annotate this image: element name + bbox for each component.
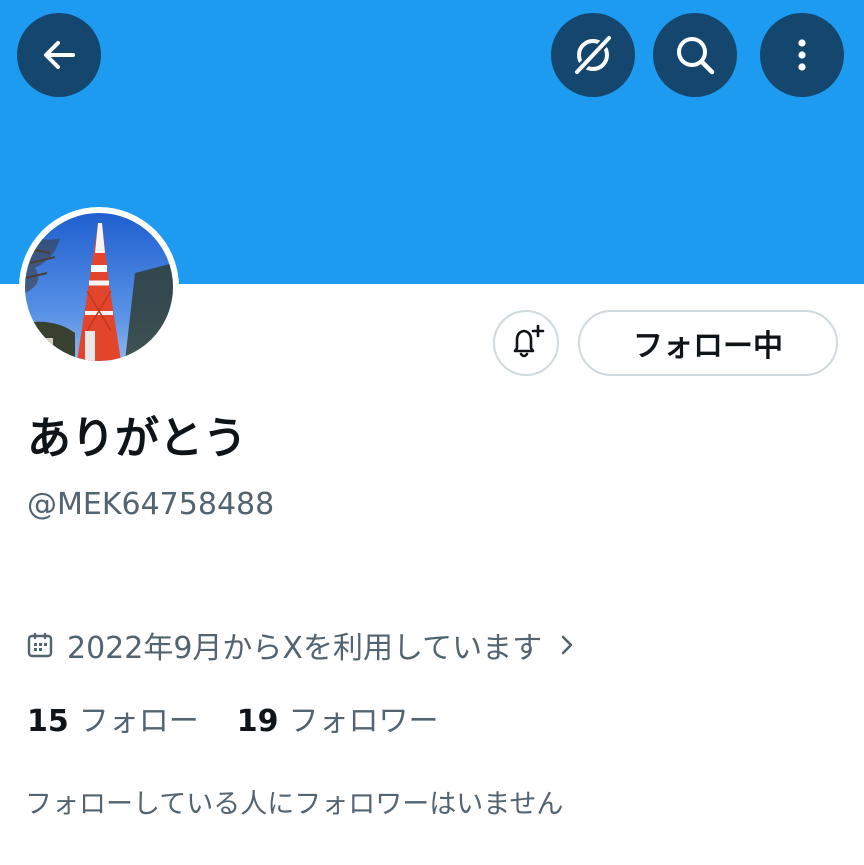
search-icon [677,37,715,75]
followers-label: フォロワー [288,704,439,739]
grok-slash-icon [572,33,614,77]
avatar[interactable] [19,207,179,367]
follow-stats: 15 フォロー 19 フォロワー [27,696,439,740]
display-name: ありがとう [27,413,247,464]
chevron-right-icon [561,635,573,655]
user-handle: @MEK64758488 [27,487,275,522]
notify-button[interactable] [493,310,559,376]
following-link[interactable]: 15 フォロー [27,696,199,740]
following-button-label: フォロー中 [633,329,783,364]
grok-button[interactable] [551,13,635,97]
search-button[interactable] [653,13,737,97]
calendar-icon [27,632,53,658]
following-label: フォロー [78,704,199,739]
back-button[interactable] [17,13,101,97]
more-options-button[interactable] [760,13,844,97]
arrow-left-icon [44,41,75,69]
bell-plus-icon [513,324,545,358]
following-count: 15 [27,704,69,739]
following-button[interactable]: フォロー中 [578,310,838,376]
more-vertical-icon [798,39,806,71]
joined-date[interactable]: 2022年9月からXを利用しています [27,624,576,666]
followers-count: 19 [236,704,279,739]
joined-text: 2022年9月からXを利用しています [67,631,543,666]
mutual-followers-note: フォローしている人にフォロワーはいません [25,789,564,820]
avatar-image [25,213,173,361]
followers-link[interactable]: 19 フォロワー [237,696,439,740]
